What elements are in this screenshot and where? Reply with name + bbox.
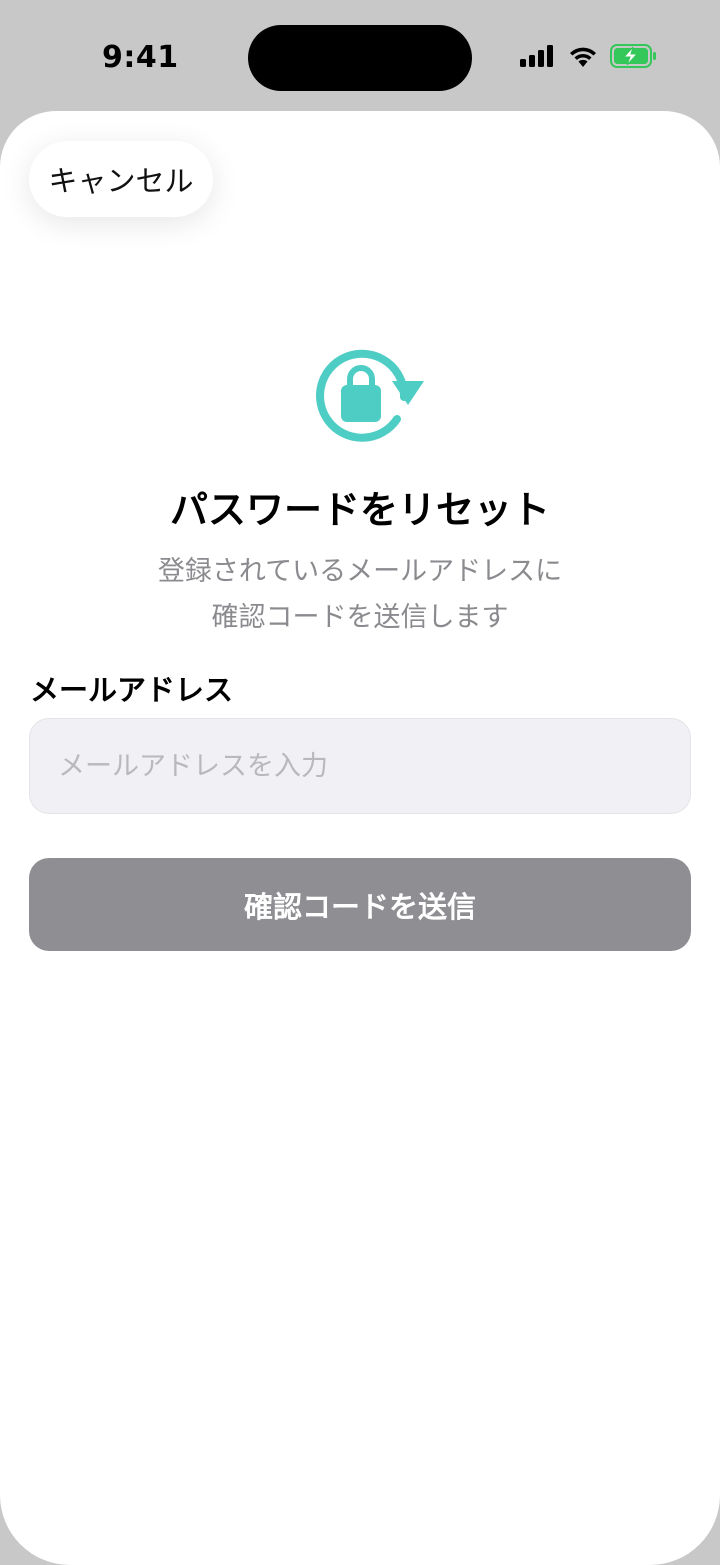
- battery-charging-icon: [610, 44, 656, 68]
- email-label: メールアドレス: [30, 673, 234, 707]
- reset-password-sheet: キャンセル パスワードをリセット 登録されているメールアドレスに 確認コードを送…: [0, 111, 720, 1565]
- signal-icon: [520, 45, 553, 67]
- description-line-1: 登録されているメールアドレスに: [157, 556, 563, 587]
- page-title: パスワードをリセット: [169, 488, 550, 532]
- screen: 9:41 キャンセル パスワードをリセット 登録されているメールアドレスに 確認…: [0, 0, 720, 1565]
- description-line-2: 確認コードを送信します: [211, 602, 509, 633]
- status-bar: 9:41: [0, 0, 720, 110]
- wifi-icon: [570, 47, 596, 67]
- email-field[interactable]: [29, 718, 691, 814]
- lock-reset-icon: [316, 349, 424, 442]
- dynamic-island: [248, 25, 472, 91]
- send-code-button[interactable]: 確認コードを送信: [29, 858, 691, 951]
- description: 登録されているメールアドレスに 確認コードを送信します: [0, 549, 720, 641]
- status-time: 9:41: [102, 40, 179, 75]
- cancel-button[interactable]: キャンセル: [29, 141, 213, 217]
- status-icons: [520, 44, 658, 68]
